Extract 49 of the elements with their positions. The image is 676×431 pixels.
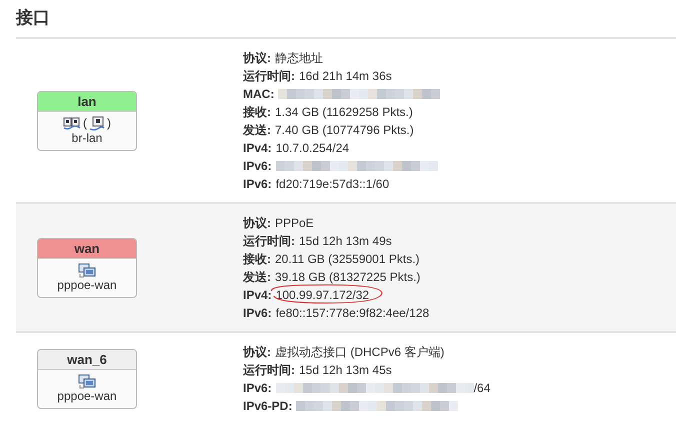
field-value: 16d 21h 14m 36s — [299, 68, 392, 85]
interface-name: wan — [38, 239, 136, 259]
field-label: 发送: — [243, 269, 271, 286]
device-name: br-lan — [72, 131, 102, 146]
interface-badge[interactable]: wan_6 pppoe-wan — [37, 349, 137, 409]
field-label: 运行时间: — [243, 362, 295, 379]
field-value: 15d 12h 13m 45s — [299, 362, 392, 379]
field-value: 静态地址 — [275, 50, 323, 67]
ethernet-ports-icon — [63, 116, 81, 130]
field-value: PPPoE — [275, 215, 314, 232]
field-value: 虚拟动态接口 (DHCPv6 客户端) — [275, 344, 444, 361]
bracket: ) — [107, 116, 111, 130]
field-label: IPv4: — [243, 140, 272, 157]
device-name: pppoe-wan — [57, 278, 117, 293]
field-label: IPv6: — [243, 176, 272, 193]
field-value: 39.18 GB (81327225 Pkts.) — [275, 269, 420, 286]
interface-badge[interactable]: wan pppoe-wan — [37, 238, 137, 298]
field-value: 10.7.0.254/24 — [276, 140, 350, 157]
interface-name: lan — [38, 92, 136, 112]
field-value: 20.11 GB (32559001 Pkts.) — [275, 251, 420, 268]
field-value: 15d 12h 13m 49s — [299, 233, 392, 250]
field-label: IPv6: — [243, 305, 272, 322]
field-label: 运行时间: — [243, 233, 295, 250]
field-label: 协议: — [243, 215, 271, 232]
field-value: 1.34 GB (11629258 Pkts.) — [275, 104, 413, 121]
field-label: IPv6: — [243, 380, 272, 397]
field-label: 接收: — [243, 251, 271, 268]
device-name: pppoe-wan — [57, 389, 117, 404]
page-title: 接口 — [14, 7, 51, 29]
field-label: 发送: — [243, 122, 271, 139]
bracket: ( — [83, 116, 87, 130]
interface-badge[interactable]: lan ( ) br-lan — [37, 91, 137, 151]
field-value: fe80::157:778e:9f82:4ee/128 — [276, 305, 430, 322]
field-label: 接收: — [243, 104, 271, 121]
field-label: MAC: — [243, 86, 274, 103]
network-icon — [78, 262, 96, 278]
field-label: 协议: — [243, 344, 271, 361]
field-label: 协议: — [243, 50, 271, 67]
field-label: IPv6-PD: — [243, 398, 292, 415]
field-value: fd20:719e:57d3::1/60 — [276, 176, 390, 193]
field-value: /64 — [474, 380, 490, 397]
network-icon — [78, 374, 96, 388]
ethernet-port-icon — [89, 116, 105, 130]
field-label: IPv6: — [243, 158, 272, 175]
field-label: 运行时间: — [243, 68, 295, 85]
field-value: 7.40 GB (10774796 Pkts.) — [275, 122, 414, 139]
interface-name: wan_6 — [38, 350, 136, 370]
field-label: IPv4: — [243, 287, 272, 304]
field-value: 100.99.97.172/32 — [276, 286, 370, 304]
